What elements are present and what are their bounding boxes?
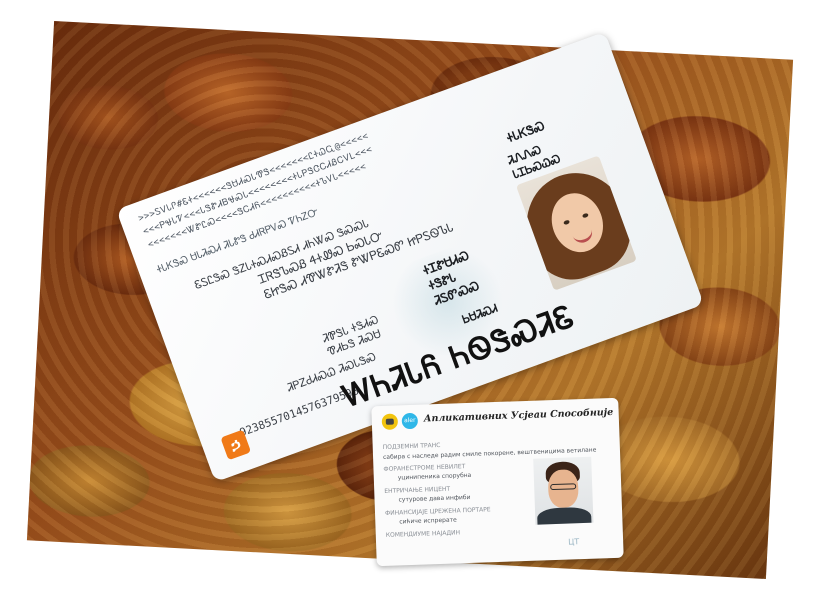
field-label: ФИНАНСИЈАЈЕ ЦРЕЖЕНА ПОРТАРЕ bbox=[384, 506, 491, 517]
applicant-portrait bbox=[533, 456, 594, 525]
field-label: ЕНТРИЧАЊЕ НИЦЕНТ bbox=[384, 485, 451, 495]
application-card: aler Апликативних Усјеаи Способније ПОДЗ… bbox=[371, 397, 624, 567]
camera-logo-icon bbox=[381, 413, 399, 430]
field-label: ПОДЗЕМНИ ТРАНС bbox=[382, 441, 441, 451]
id-field: ᏏᏌᏘᏍᏗ bbox=[460, 301, 500, 327]
field-value: сутурове дава инфиби bbox=[398, 493, 471, 504]
field-value: сићиче испрерате bbox=[399, 516, 457, 526]
id-top-label: ᏐᏓᏦᏕᏍ bbox=[504, 118, 547, 146]
card-stamp: ЦТ bbox=[567, 537, 580, 547]
brand-badge-icon: aler bbox=[401, 412, 419, 430]
card-title: Апликативних Усјеаи Способније bbox=[423, 406, 614, 425]
field-value: уцинипеника спорубна bbox=[397, 471, 472, 482]
field-label: КОМЕНДИУМЕ НАЈАДИН bbox=[385, 529, 461, 539]
field-label: ФОРАНЕСТРОМЕ НЕВИЛЕТ bbox=[383, 463, 466, 473]
